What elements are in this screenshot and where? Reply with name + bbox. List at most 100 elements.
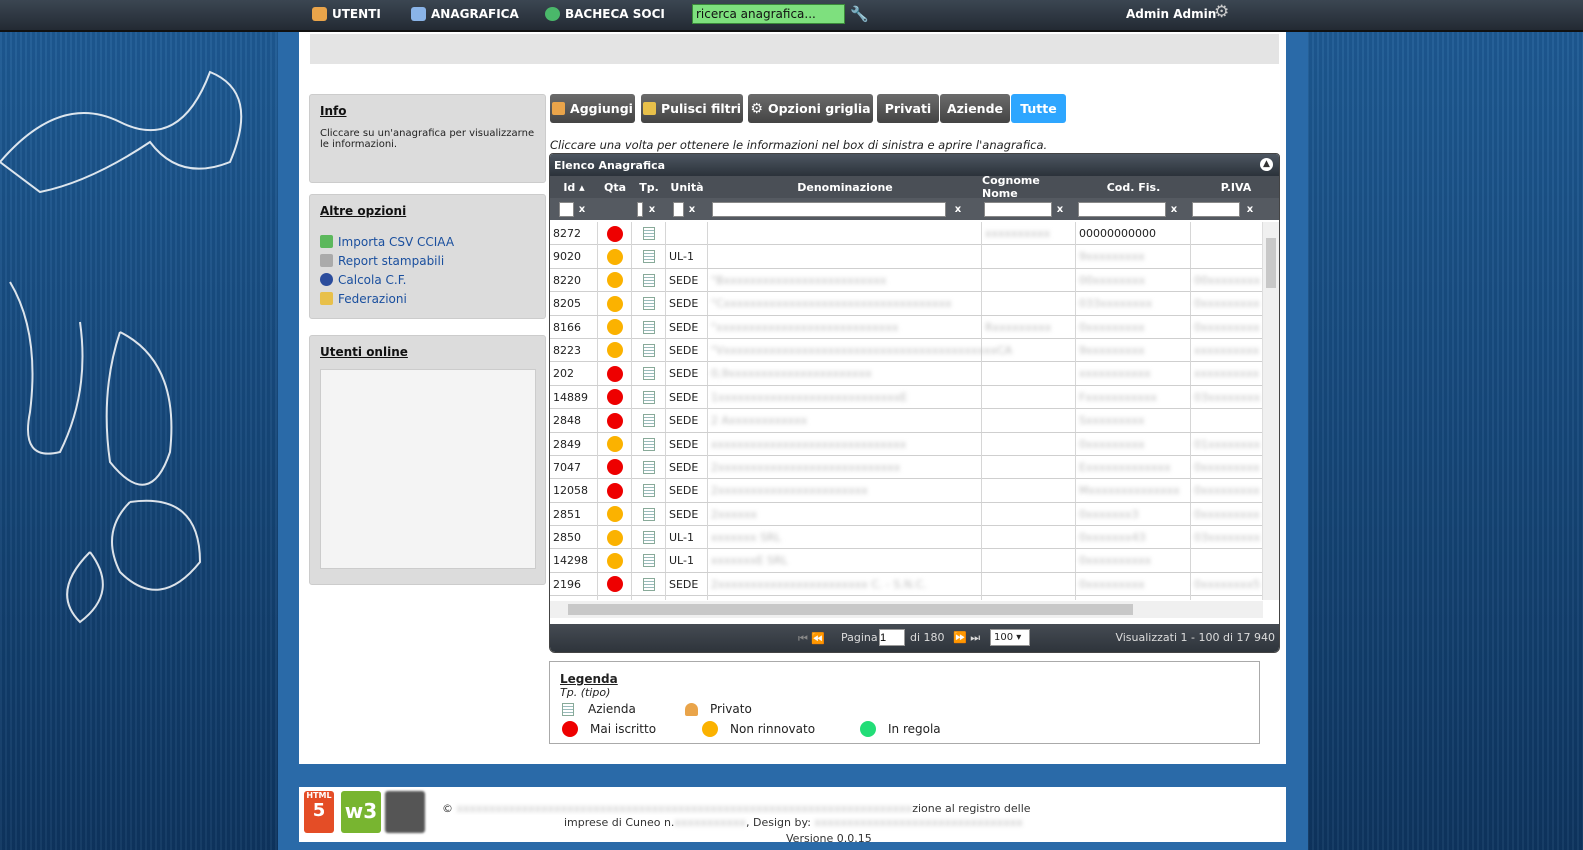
cell-id-text: 2849 xyxy=(553,437,581,451)
page-input[interactable] xyxy=(879,629,905,646)
table-row[interactable]: 202 SEDE 0,9xxxxxxxxxxxxxxxxxxxxxx xxxxxxxx… xyxy=(550,362,1263,386)
cell-qta xyxy=(598,572,632,596)
clear-filters-button[interactable]: Pulisci filtri xyxy=(641,94,743,123)
table-row[interactable]: 14889 SEDE 1xxxxxxxxxxxxxxxxxxxxxxxxxxxxE F… xyxy=(550,385,1263,410)
gear-icon[interactable]: ⚙ xyxy=(1214,2,1229,22)
table-row[interactable]: 8205 SEDE "Cxxxxxxxxxxxxxxxxxxxxxxxxxxxxxx… xyxy=(550,292,1263,316)
table-row[interactable]: 8166 SEDE "xxxxxxxxxxxxxxxxxxxxxxxxxxxx Rxx… xyxy=(550,315,1263,339)
cell-id-text: 8205 xyxy=(553,297,581,311)
footer-blurred-2: xxxxxxxxxxx xyxy=(674,816,747,829)
col-qta[interactable]: Qta xyxy=(598,176,632,198)
cell-den: 2 Axxxxxxxxxxxx xyxy=(708,409,982,433)
filter-cognome[interactable] xyxy=(984,201,1052,217)
import-csv-link[interactable]: Importa CSV CCIAA xyxy=(320,232,535,251)
vertical-scrollbar[interactable] xyxy=(1262,222,1279,600)
cell-unita-text: UL-1 xyxy=(669,554,694,568)
tab-privati[interactable]: Privati xyxy=(877,94,939,123)
hscroll-thumb[interactable] xyxy=(568,604,1133,615)
table-row[interactable]: 14298 UL-1 xxxxxxxE SRL 0xxxxxxxxxx xyxy=(550,549,1263,573)
cell-unita: SEDE xyxy=(666,455,708,479)
table-row[interactable]: 2848 SEDE 2 Axxxxxxxxxxxx Sxxxxxxxxx xyxy=(550,409,1263,433)
table-row[interactable]: 2849 SEDE xxxxxxxxxxxxxxxxxxxxxxxxxxxxxx 0x… xyxy=(550,432,1263,456)
cell-unita-text: SEDE xyxy=(669,577,699,591)
wrench-icon[interactable]: 🔧 xyxy=(850,5,869,23)
cell-id-text: 2851 xyxy=(553,507,581,521)
col-id[interactable]: Id ▴ xyxy=(550,176,598,198)
building-icon xyxy=(642,390,655,404)
tab-tutte[interactable]: Tutte xyxy=(1011,94,1066,123)
col-denominazione[interactable]: Denominazione xyxy=(708,176,982,198)
scroll-thumb[interactable] xyxy=(1266,238,1276,288)
cell-unita: SEDE xyxy=(666,268,708,292)
filter-cf[interactable] xyxy=(1078,201,1166,217)
next-page-icon[interactable]: ⏩ ⏭ xyxy=(953,631,980,645)
col-piva[interactable]: P.IVA xyxy=(1191,176,1279,198)
tab-privati-label: Privati xyxy=(884,101,932,116)
report-link[interactable]: Report stampabili xyxy=(320,251,535,270)
table-row[interactable]: 12058 SEDE 2xxxxxxxxxxxxxxxxxxxxxxx Mxxxxxx… xyxy=(550,479,1263,503)
html5-icon[interactable]: HTML 5 xyxy=(304,791,334,833)
cell-cf-text: 00xxxxxxxx xyxy=(1079,273,1146,287)
page-size-select[interactable]: 100 ▾ xyxy=(990,629,1030,646)
filter-cognome-clear[interactable]: x xyxy=(1054,198,1066,220)
filter-unita-clear[interactable]: x xyxy=(686,198,698,220)
cell-id: 8166 xyxy=(550,315,598,339)
nav-bacheca[interactable]: BACHECA SOCI xyxy=(545,7,665,21)
table-row[interactable]: 2850 UL-1 xxxxxxx SRL 0xxxxxxx43 03xxxxxxxx xyxy=(550,526,1263,550)
cell-cf-text: Mxxxxxxxxxxxxxx xyxy=(1079,484,1180,498)
filter-id[interactable] xyxy=(558,201,574,217)
building-icon xyxy=(642,507,655,521)
collapse-icon[interactable]: ▲ xyxy=(1260,158,1273,171)
first-page-icon[interactable]: ⏮ ⏪ xyxy=(798,632,825,646)
cell-cogn xyxy=(982,432,1076,456)
table-row[interactable] xyxy=(550,596,1263,600)
tab-aziende[interactable]: Aziende xyxy=(940,94,1010,123)
nav-utenti[interactable]: UTENTI xyxy=(312,7,381,21)
nav-anagrafica[interactable]: ANAGRAFICA xyxy=(411,7,519,21)
col-cf[interactable]: Cod. Fis. xyxy=(1076,176,1191,198)
col-cognome[interactable]: Cognome Nome xyxy=(982,174,1076,200)
horizontal-scrollbar[interactable] xyxy=(550,601,1263,618)
cell-cogn xyxy=(982,362,1076,386)
cell-unita-text: UL-1 xyxy=(669,531,694,545)
table-row[interactable]: 7047 SEDE 2xxxxxxxxxxxxxxxxxxxxxxxxxxxx Exx… xyxy=(550,455,1263,480)
table-row[interactable]: 8223 SEDE "Vxxxxxxxxxxxxxxxxxxxxxxxxxxxxxx… xyxy=(550,338,1263,363)
table-row[interactable]: 8272 xxxxxxxxxx 00000000000 xyxy=(550,222,1263,246)
cell-cogn xyxy=(982,596,1076,600)
cell-piva-text: xxxxxxxxxx xyxy=(1194,367,1260,381)
cell-den-text: 2xxxxxxxxxxxxxxxxxxxxxxx C. - S.N.C. xyxy=(711,577,927,591)
grid-options-button[interactable]: ⚙ Opzioni griglia xyxy=(748,94,873,123)
cell-den: 2xxxxxxxxxxxxxxxxxxxxxxxxxxxx xyxy=(708,455,982,479)
cell-den-text: 1xxxxxxxxxxxxxxxxxxxxxxxxxxxxE xyxy=(711,390,908,404)
federazioni-link[interactable]: Federazioni xyxy=(320,289,535,308)
cell-piva: 0xxxxxxxxx xyxy=(1191,316,1263,339)
add-button[interactable]: Aggiungi xyxy=(550,94,635,123)
w3c-css-icon[interactable]: w3 xyxy=(341,791,381,833)
user-name[interactable]: Admin Admin xyxy=(1126,7,1216,21)
search-input[interactable] xyxy=(692,4,845,24)
cell-tp xyxy=(632,362,666,386)
table-row[interactable]: 9020 UL-1 9xxxxxxxxx xyxy=(550,245,1263,269)
cell-unita: UL-1 xyxy=(666,245,708,269)
filter-tp[interactable] xyxy=(637,201,643,217)
table-row[interactable]: 2851 SEDE 2xxxxxx 0xxxxxxx3 0xxxxxxxxx xyxy=(550,502,1263,527)
calcola-cf-link[interactable]: Calcola C.F. xyxy=(320,270,535,289)
filter-unita[interactable] xyxy=(672,201,684,217)
filter-piva[interactable] xyxy=(1192,201,1240,217)
col-tp[interactable]: Tp. xyxy=(632,176,666,198)
filter-tp-clear[interactable]: x xyxy=(646,198,658,220)
filter-denominazione[interactable] xyxy=(712,201,946,217)
filter-id-clear[interactable]: x xyxy=(576,198,588,220)
footer-line1: © xxxxxxxxxxxxxxxxxxxxxxxxxxxxxxxxxxxxxx… xyxy=(442,802,1232,815)
table-row[interactable]: 2196 SEDE 2xxxxxxxxxxxxxxxxxxxxxxx C. - S.… xyxy=(550,572,1263,597)
filter-cf-clear[interactable]: x xyxy=(1168,198,1180,220)
col-unita[interactable]: Unità xyxy=(666,176,708,198)
author-avatar[interactable] xyxy=(385,791,425,833)
cell-piva: 0xxxxxxxxx xyxy=(1191,292,1263,315)
printer-icon xyxy=(320,254,333,267)
filter-piva-clear[interactable]: x xyxy=(1244,198,1256,220)
filter-den-clear[interactable]: x xyxy=(952,198,964,220)
col-cf-label: Cod. Fis. xyxy=(1106,180,1161,194)
cell-unita-text: SEDE xyxy=(669,390,699,404)
table-row[interactable]: 8220 SEDE "Bxxxxxxxxxxxxxxxxxxxxxxxxx 00xxx… xyxy=(550,268,1263,293)
